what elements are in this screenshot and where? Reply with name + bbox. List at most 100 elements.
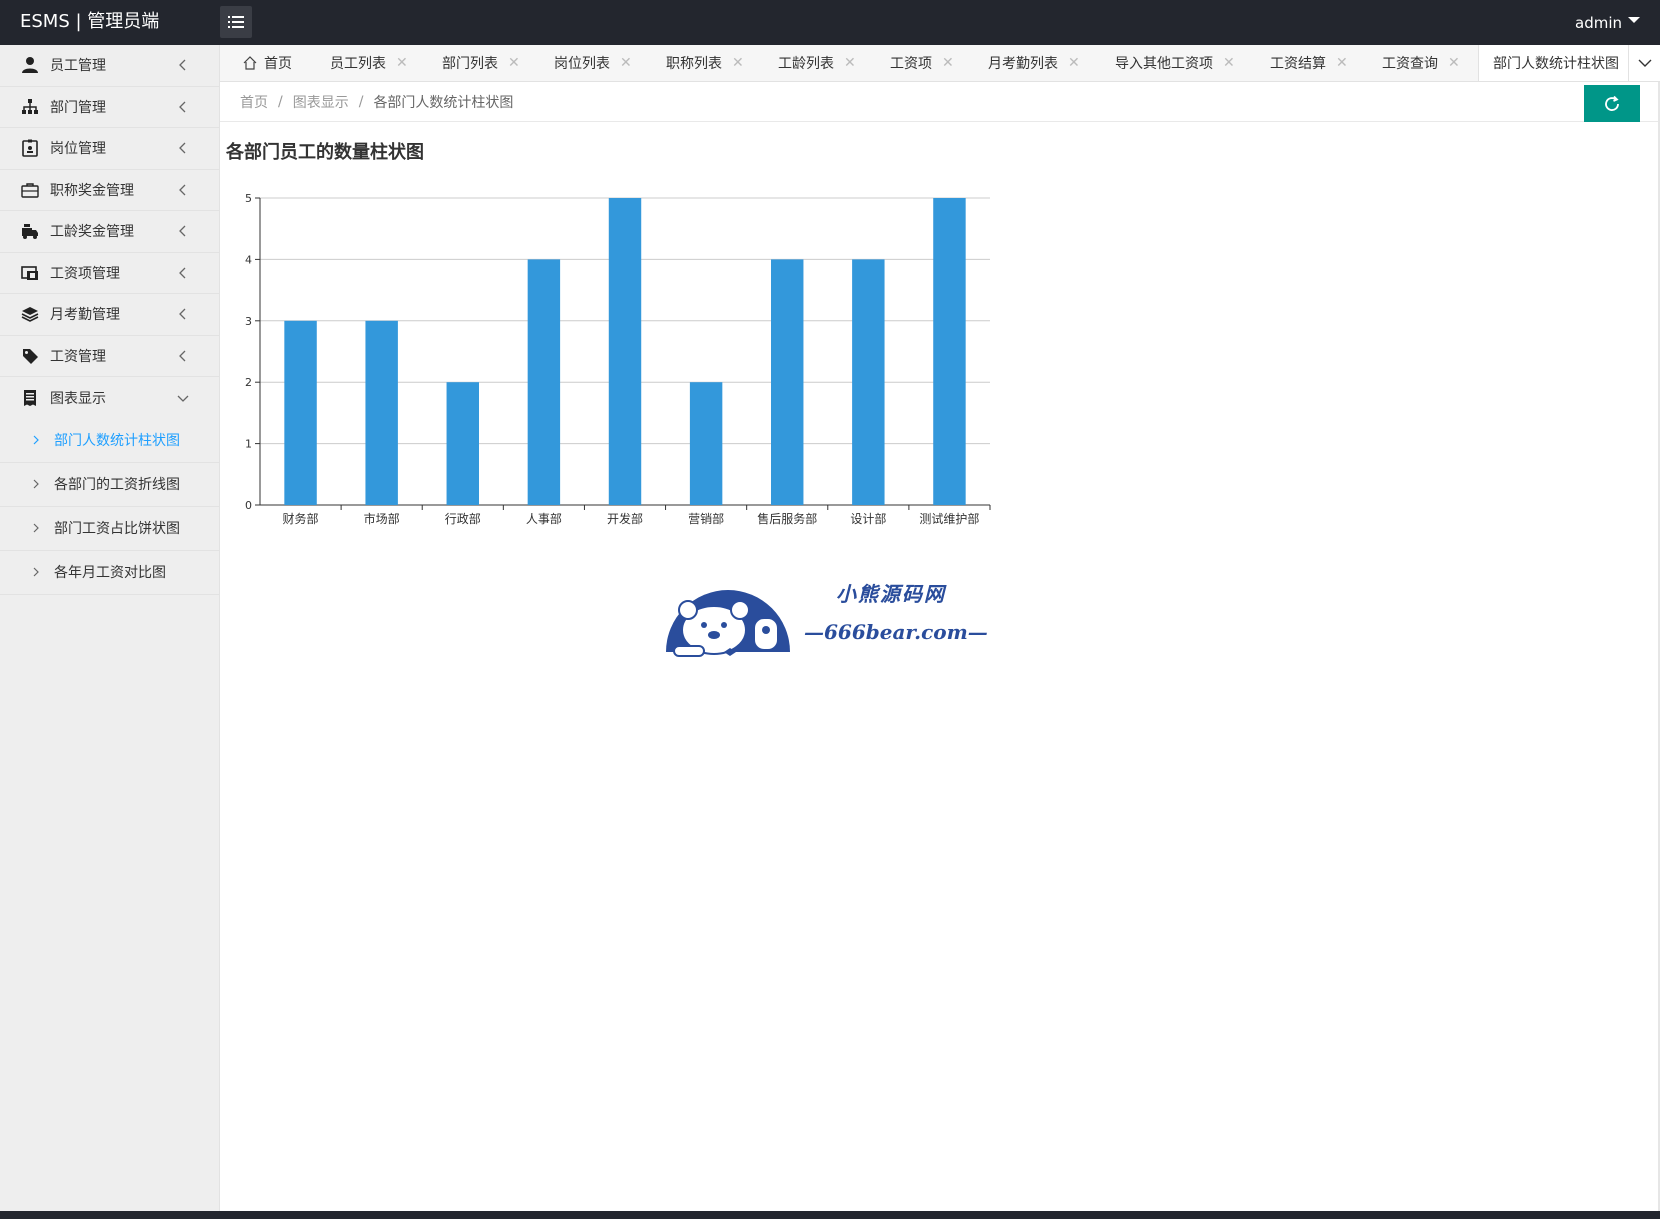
refresh-button[interactable] [1584,85,1640,122]
close-icon[interactable]: ✕ [508,55,520,71]
tab-position-list[interactable]: 岗位列表 ✕ [554,45,632,81]
tab-label: 部门人数统计柱状图 [1493,56,1619,72]
sidebar-item-department[interactable]: 部门管理 [0,87,219,128]
tab-label: 部门列表 [442,56,498,72]
tab-import-salary-items[interactable]: 导入其他工资项 ✕ [1115,45,1235,81]
sidebar-item-attendance[interactable]: 月考勤管理 [0,294,219,336]
breadcrumb-separator: / [278,93,283,110]
bar [365,320,398,505]
top-header: ESMS | 管理员端 admin [0,0,1660,45]
sidebar-item-label: 岗位管理 [50,141,106,158]
y-tick-label: 1 [245,438,252,451]
breadcrumb-home[interactable]: 首页 [240,92,268,112]
y-tick-label: 3 [245,315,252,328]
bar [689,382,723,505]
x-tick-label: 财务部 [283,511,319,526]
logo-text-line1: 小熊源码网 [836,582,946,606]
close-icon[interactable]: ✕ [1068,55,1080,71]
tab-label: 工资结算 [1270,56,1326,72]
x-tick-label: 设计部 [850,511,886,526]
close-icon[interactable]: ✕ [396,55,408,71]
x-tick-label: 售后服务部 [757,511,817,526]
sidebar-item-employee[interactable]: 员工管理 [0,45,219,87]
tab-title-list[interactable]: 职称列表 ✕ [666,45,744,81]
refresh-icon [1605,95,1619,111]
tab-label: 月考勤列表 [988,56,1058,72]
tab-label: 岗位列表 [554,56,610,72]
tags-icon [20,346,40,366]
close-icon[interactable]: ✕ [844,55,856,71]
sidebar-item-seniority-bonus[interactable]: 工龄奖金管理 [0,211,219,253]
sidebar-subitem-label: 各年月工资对比图 [54,565,166,581]
user-menu[interactable]: admin [1575,0,1640,45]
tab-home[interactable]: 首页 [242,45,292,81]
sidebar-item-salary[interactable]: 工资管理 [0,336,219,377]
chevron-right-icon [33,523,39,533]
breadcrumb-current: 各部门人数统计柱状图 [373,94,514,111]
bar [284,320,317,505]
tab-label: 职称列表 [666,56,722,72]
chevron-left-icon [179,142,186,154]
x-tick-label: 人事部 [526,511,562,526]
menu-toggle-button[interactable] [220,6,252,38]
menu-icon [228,16,244,28]
x-tick-label: 测试维护部 [919,511,979,526]
close-icon[interactable]: ✕ [1448,55,1460,71]
close-icon[interactable]: ✕ [620,55,632,71]
receipt-icon [20,388,40,408]
bar [608,198,642,505]
logo-text-line2: —666bear.com— [804,620,988,644]
tab-salary-settlement[interactable]: 工资结算 ✕ [1270,45,1348,81]
layers-icon [20,304,40,324]
sidebar-item-label: 图表显示 [50,390,106,407]
sidebar-item-salary-items[interactable]: 工资项管理 [0,253,219,294]
tab-attendance-list[interactable]: 月考勤列表 ✕ [988,45,1080,81]
tab-salary-items[interactable]: 工资项 ✕ [890,45,954,81]
sidebar-subitem-dept-salary-line[interactable]: 各部门的工资折线图 [0,463,219,507]
sidebar-item-charts[interactable]: 图表显示 [0,377,219,419]
x-tick-label: 开发部 [607,511,643,526]
sidebar-subitem-label: 部门人数统计柱状图 [54,433,180,449]
tab-salary-query[interactable]: 工资查询 ✕ [1382,45,1460,81]
close-icon[interactable]: ✕ [1336,55,1348,71]
breadcrumb-section[interactable]: 图表显示 [293,92,349,112]
tab-seniority-list[interactable]: 工龄列表 ✕ [778,45,856,81]
close-icon[interactable]: ✕ [732,55,744,71]
tab-department-list[interactable]: 部门列表 ✕ [442,45,520,81]
chevron-down-icon [177,395,189,402]
truck-icon [20,221,40,241]
caret-down-icon [1628,16,1640,23]
tab-label: 首页 [264,56,292,72]
tab-more-button[interactable] [1628,45,1660,81]
sidebar-subitem-dept-salary-pie[interactable]: 部门工资占比饼状图 [0,507,219,551]
chevron-left-icon [179,350,186,362]
sidebar-subitem-monthly-compare[interactable]: 各年月工资对比图 [0,551,219,595]
chevron-down-icon [1638,59,1651,67]
y-tick-label: 0 [245,499,252,512]
y-tick-label: 5 [245,192,252,205]
main-content: 各部门员工的数量柱状图 0 1 2 3 4 5 财务部 市场部 行政部 人事部 开发部 营销部 售后服务… [220,122,1660,1211]
sidebar-subitem-label: 各部门的工资折线图 [54,477,180,493]
bar-chart: 0 1 2 3 4 5 财务部 市场部 行政部 人事部 开发部 营销部 售后服务部 设计部 测试维护部 [245,192,991,526]
footer-bar [0,1211,1660,1219]
chevron-right-icon [33,479,39,489]
sidebar-subitem-label: 部门工资占比饼状图 [54,521,180,537]
close-icon[interactable]: ✕ [1223,55,1235,71]
sidebar-item-position[interactable]: 岗位管理 [0,128,219,170]
chevron-right-icon [33,435,39,445]
tab-dept-count-bar[interactable]: 部门人数统计柱状图 [1478,45,1634,81]
chevron-left-icon [179,184,186,196]
y-tick-label: 4 [245,253,252,266]
sidebar-subitem-dept-count-bar[interactable]: 部门人数统计柱状图 [0,419,219,463]
sidebar: 员工管理 部门管理 岗位管理 职称奖金管理 工龄奖金管理 工资项管理 月考勤管理… [0,45,220,1211]
close-icon[interactable]: ✕ [942,55,954,71]
x-tick-label: 行政部 [445,511,481,526]
tab-employee-list[interactable]: 员工列表 ✕ [330,45,408,81]
sidebar-item-title-bonus[interactable]: 职称奖金管理 [0,170,219,211]
bar [771,259,804,505]
bar [933,198,966,505]
bar [446,382,479,505]
sidebar-item-label: 员工管理 [50,58,106,75]
sidebar-item-label: 职称奖金管理 [50,182,134,199]
x-tick-label: 市场部 [364,511,400,526]
